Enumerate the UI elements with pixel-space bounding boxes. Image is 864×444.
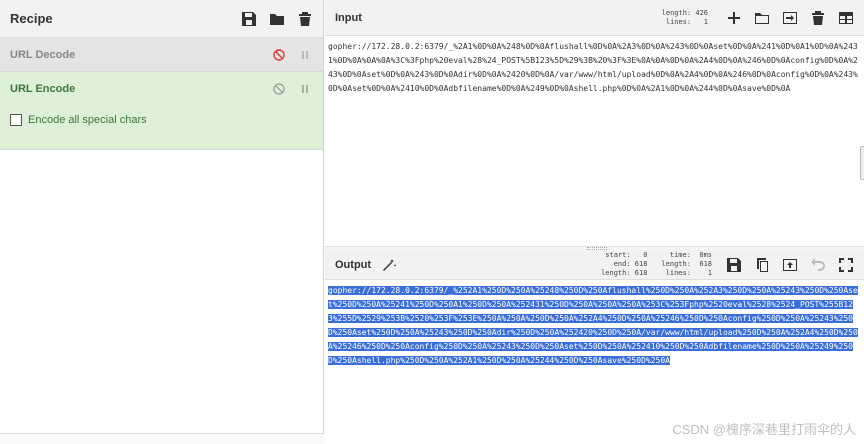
watermark: CSDN @槐序深巷里打雨伞的人 [672, 422, 856, 437]
magic-wand-icon[interactable] [381, 257, 397, 273]
trash-icon[interactable] [297, 11, 313, 27]
recipe-pane: Recipe URL Decode URL Encode Encode all … [0, 0, 324, 444]
fullscreen-icon[interactable] [838, 257, 854, 273]
input-title: Input [335, 11, 362, 24]
add-icon[interactable] [726, 10, 742, 26]
op-name: URL Decode [10, 48, 76, 61]
disable-icon[interactable] [271, 81, 287, 97]
op-name: URL Encode [10, 83, 76, 95]
replace-input-icon[interactable] [782, 257, 798, 273]
layout-icon[interactable] [838, 10, 854, 26]
input-stats: length: 426 lines: 1 [661, 8, 708, 26]
output-title: Output [335, 258, 372, 271]
save-icon[interactable] [726, 257, 742, 273]
pause-icon[interactable] [297, 47, 313, 63]
recipe-header: Recipe [0, 0, 323, 38]
side-tab[interactable] [860, 146, 864, 180]
copy-icon[interactable] [754, 257, 770, 273]
output-stats-selection: start: 0 end: 618 length: 618 [601, 251, 648, 277]
op-url-encode[interactable]: URL Encode Encode all special chars [0, 72, 323, 150]
recipe-footer [0, 433, 324, 444]
folder-icon[interactable] [269, 11, 285, 27]
input-pane: Input length: 426 lines: 1 gopher://172.… [325, 0, 864, 246]
undo-icon[interactable] [810, 257, 826, 273]
op-url-decode[interactable]: URL Decode [0, 38, 323, 72]
input-header: Input length: 426 lines: 1 [325, 0, 864, 36]
input-text[interactable]: gopher://172.28.0.2:6379/_%2A1%0D%0A%248… [325, 36, 864, 236]
recipe-title: Recipe [10, 11, 53, 26]
output-header: Output start: 0 end: 618 length: 618 tim… [325, 250, 864, 280]
disable-icon[interactable] [271, 47, 287, 63]
output-pane: Output start: 0 end: 618 length: 618 tim… [325, 250, 864, 444]
pause-icon[interactable] [297, 81, 313, 97]
trash-icon[interactable] [810, 10, 826, 26]
encode-all-checkbox[interactable] [10, 114, 22, 126]
encode-all-label: Encode all special chars [28, 114, 147, 126]
open-folder-icon[interactable] [754, 10, 770, 26]
save-icon[interactable] [241, 11, 257, 27]
output-selection[interactable]: gopher://172.28.0.2:6379/_%252A1%250D%25… [328, 286, 858, 365]
import-icon[interactable] [782, 10, 798, 26]
output-stats-time: time: 0ms length: 618 lines: 1 [661, 251, 712, 277]
